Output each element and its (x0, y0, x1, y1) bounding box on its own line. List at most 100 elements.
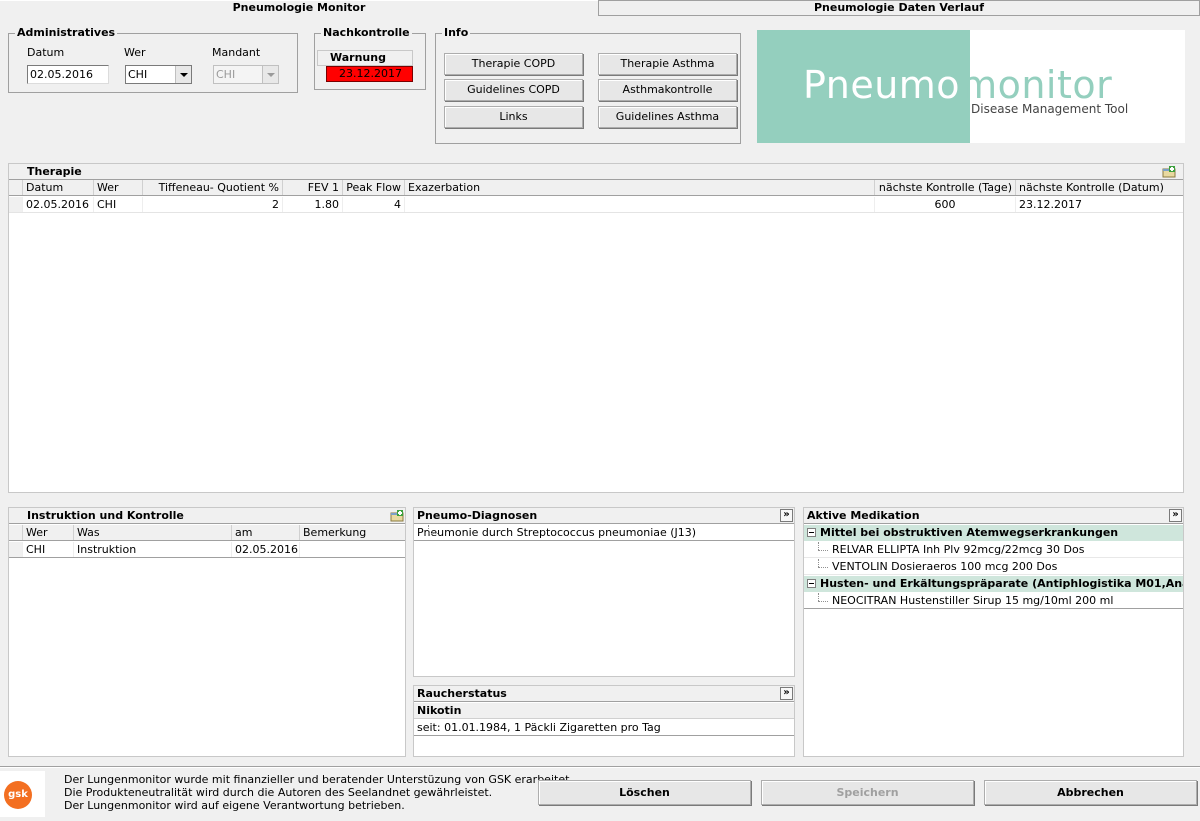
col-am[interactable]: am (232, 525, 300, 540)
row-selector[interactable] (9, 197, 23, 212)
abbrechen-button[interactable]: Abbrechen (984, 780, 1197, 805)
medikation-panel: Aktive Medikation » Mittel bei obstrukti… (803, 507, 1184, 757)
col-peak-flow[interactable]: Peak Flow (343, 180, 405, 195)
links-button[interactable]: Links (444, 106, 583, 128)
row-selector-header (9, 525, 23, 540)
chevron-down-icon[interactable] (175, 66, 191, 83)
speichern-button: Speichern (761, 780, 974, 805)
list-item[interactable]: RELVAR ELLIPTA Inh Plv 92mcg/22mcg 30 Do… (804, 542, 1183, 558)
cell-tiffeneau: 2 (143, 197, 283, 212)
footer-line-2: Die Produkteneutralität wird durch die A… (64, 786, 493, 799)
col-was[interactable]: Was (74, 525, 232, 540)
instruktion-header-row: Wer Was am Bemerkung (9, 525, 405, 541)
add-row-icon[interactable] (1162, 166, 1176, 178)
therapie-asthma-button[interactable]: Therapie Asthma (598, 53, 737, 75)
diagnose-text: Pneumonie durch Streptococcus pneumoniae… (417, 526, 697, 539)
nachkontrolle-group: Nachkontrolle Warnung 23.12.2017 (314, 27, 426, 90)
administratives-title: Administratives (15, 26, 118, 39)
instruktion-panel: Instruktion und Kontrolle Wer Was am Bem… (8, 507, 406, 757)
col-fev1[interactable]: FEV 1 (283, 180, 343, 195)
gsk-logo-mark: gsk (4, 781, 32, 809)
cell-datum: 02.05.2016 (23, 197, 94, 212)
medikation-group-label: Mittel bei obstruktiven Atemwegserkranku… (820, 526, 1119, 539)
footer-line-1: Der Lungenmonitor wurde mit finanzieller… (64, 773, 573, 786)
footer-separator (0, 766, 1200, 768)
wer-select[interactable]: CHI (125, 65, 192, 84)
medikation-item: NEOCITRAN Hustenstiller Sirup 15 mg/10ml… (832, 594, 1114, 607)
cell-wer: CHI (94, 197, 143, 212)
cell-peak-flow: 4 (343, 197, 405, 212)
datum-input[interactable]: 02.05.2016 (27, 65, 109, 84)
diagnosen-title: Pneumo-Diagnosen (414, 508, 794, 524)
medikation-item: RELVAR ELLIPTA Inh Plv 92mcg/22mcg 30 Do… (832, 543, 1085, 556)
therapie-header-row: Datum Wer Tiffeneau- Quotient % FEV 1 Pe… (9, 180, 1183, 196)
cell-fev1: 1.80 (283, 197, 343, 212)
mandant-select: CHI (213, 65, 279, 84)
cell-exazerbation (405, 197, 875, 212)
cell-wer: CHI (23, 542, 74, 557)
col-bemerkung[interactable]: Bemerkung (300, 525, 405, 540)
col-exazerbation[interactable]: Exazerbation (405, 180, 875, 195)
medikation-group-label: Husten- und Erkältungspräparate (Antiphl… (820, 577, 1183, 590)
expand-icon[interactable]: » (780, 687, 793, 700)
col-tiffeneau[interactable]: Tiffeneau- Quotient % (143, 180, 283, 195)
raucherstatus-text: seit: 01.01.1984, 1 Päckli Zigaretten pr… (414, 720, 794, 736)
instruktion-title: Instruktion und Kontrolle (9, 508, 405, 524)
mandant-select-value: CHI (216, 68, 236, 81)
list-item[interactable]: VENTOLIN Dosieraeros 100 mcg 200 Dos (804, 559, 1183, 575)
raucherstatus-panel: Raucherstatus » Nikotin seit: 01.01.1984… (413, 685, 795, 757)
col-naechste-kontrolle-datum[interactable]: nächste Kontrolle (Datum) (1016, 180, 1183, 195)
row-selector[interactable] (9, 542, 23, 557)
expand-icon[interactable]: » (1169, 509, 1182, 522)
warnung-value: 23.12.2017 (326, 66, 413, 82)
row-selector-header (9, 180, 23, 195)
info-title: Info (442, 26, 471, 39)
asthmakontrolle-button[interactable]: Asthmakontrolle (598, 79, 737, 101)
medikation-group-header[interactable]: Husten- und Erkältungspräparate (Antiphl… (804, 576, 1183, 592)
table-row[interactable]: CHI Instruktion 02.05.2016 (9, 542, 405, 558)
col-wer[interactable]: Wer (23, 525, 74, 540)
tab-pneumologie-daten-verlauf[interactable]: Pneumologie Daten Verlauf (598, 0, 1200, 16)
logo-part2: monitor (960, 63, 1113, 107)
logo-wordmark: Pneumomonitor (803, 63, 1112, 107)
raucherstatus-subhead: Nikotin (414, 703, 794, 719)
col-wer[interactable]: Wer (94, 180, 143, 195)
collapse-icon[interactable] (807, 528, 816, 537)
col-datum[interactable]: Datum (23, 180, 94, 195)
logo-part1: Pneumo (803, 63, 961, 107)
medikation-item: VENTOLIN Dosieraeros 100 mcg 200 Dos (832, 560, 1058, 573)
add-row-icon[interactable] (390, 510, 404, 522)
mandant-label: Mandant (212, 46, 261, 59)
footer-line-3: Der Lungenmonitor wird auf eigene Verant… (64, 799, 405, 812)
logo-subtitle: Disease Management Tool (971, 102, 1129, 116)
footer-disclaimer: Der Lungenmonitor wurde mit finanzieller… (64, 773, 573, 812)
warnung-header: Warnung (317, 50, 413, 66)
gsk-logo: gsk (0, 771, 45, 817)
raucherstatus-title: Raucherstatus (414, 686, 794, 702)
cell-naechste-kontrolle-datum: 23.12.2017 (1019, 198, 1082, 211)
diagnosen-panel: Pneumo-Diagnosen » Pneumonie durch Strep… (413, 507, 795, 677)
datum-label: Datum (27, 46, 65, 59)
table-row[interactable]: 02.05.2016 CHI 2 1.80 4 600 23.12.2017 (9, 197, 1183, 213)
therapie-panel: Therapie Datum Wer Tiffeneau- Quotient %… (8, 163, 1184, 493)
wer-label: Wer (124, 46, 146, 59)
therapie-copd-button[interactable]: Therapie COPD (444, 53, 583, 75)
medikation-group-header[interactable]: Mittel bei obstruktiven Atemwegserkranku… (804, 525, 1183, 541)
list-item[interactable]: Pneumonie durch Streptococcus pneumoniae… (414, 525, 794, 541)
col-naechste-kontrolle-tage[interactable]: nächste Kontrolle (Tage) (875, 180, 1016, 195)
nachkontrolle-title: Nachkontrolle (321, 26, 412, 39)
expand-icon[interactable]: » (780, 509, 793, 522)
list-item[interactable]: NEOCITRAN Hustenstiller Sirup 15 mg/10ml… (804, 593, 1183, 609)
therapie-title: Therapie (9, 164, 1183, 180)
guidelines-asthma-button[interactable]: Guidelines Asthma (598, 106, 737, 128)
administratives-group: Administratives Datum Wer Mandant 02.05.… (8, 27, 298, 93)
cell-was: Instruktion (74, 542, 232, 557)
tab-pneumologie-monitor[interactable]: Pneumologie Monitor (0, 0, 598, 16)
cell-am: 02.05.2016 (232, 542, 300, 557)
wer-select-value: CHI (128, 68, 148, 81)
chevron-down-icon (262, 66, 278, 83)
cell-bemerkung (300, 542, 405, 557)
loeschen-button[interactable]: Löschen (538, 780, 751, 805)
collapse-icon[interactable] (807, 579, 816, 588)
guidelines-copd-button[interactable]: Guidelines COPD (444, 79, 583, 101)
